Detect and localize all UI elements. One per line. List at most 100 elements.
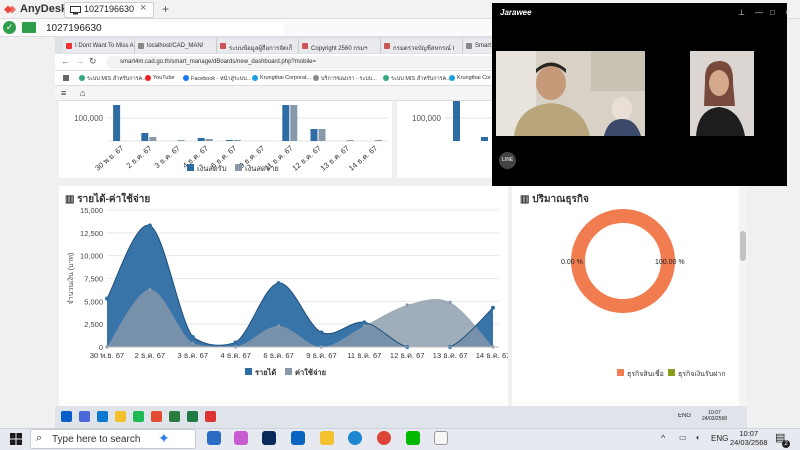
search-icon: ⌕ [36, 432, 43, 444]
tray-expand-icon[interactable]: ^ [661, 433, 665, 443]
photoshop-icon[interactable] [262, 431, 276, 445]
address-input[interactable]: 1027196630 [44, 22, 284, 36]
close-tab-icon[interactable]: × [140, 2, 146, 14]
browser-tab[interactable]: Smart [463, 39, 493, 53]
hamburger-menu-icon[interactable]: ≡ [61, 88, 66, 98]
data-point-expense [276, 324, 281, 328]
remote-line-icon[interactable] [133, 411, 144, 422]
remote-chrome-icon[interactable] [151, 411, 162, 422]
bar-cash-in [141, 133, 149, 141]
x-tick-label: 12 ธ.ค. 67 [390, 351, 425, 360]
bar-cash-in [225, 140, 233, 141]
scrollbar-thumb[interactable] [740, 231, 746, 261]
close-icon[interactable]: × [785, 8, 790, 17]
file-explorer-icon[interactable] [320, 431, 334, 445]
remote-lang-indicator[interactable]: ENG [678, 413, 691, 419]
browser-tab[interactable]: localhost/CAD_MAN/ [135, 39, 217, 53]
add-tab-icon[interactable]: + [162, 2, 169, 16]
windows-start-icon[interactable] [10, 433, 22, 445]
y-tick-label: 100,000 [74, 114, 103, 123]
tab-label: localhost/CAD_MAN/ [147, 43, 204, 49]
remote-start-icon[interactable] [61, 411, 72, 422]
bookmark-item[interactable]: ระบบ MIS สำหรับการค... [79, 75, 147, 83]
legend-label: ธุรกิจสินเชื่อ [627, 369, 664, 378]
forward-icon[interactable]: → [75, 56, 84, 66]
bar-deposit [453, 101, 460, 141]
x-tick-label: 11 ธ.ค. 67 [347, 351, 381, 360]
video-participant-2[interactable] [690, 51, 754, 136]
x-tick-label: 2 ธ.ค. 67 [124, 144, 153, 170]
chrome-icon[interactable] [377, 431, 391, 445]
data-point-expense [448, 300, 452, 304]
copilot-sparkle-icon[interactable]: ✦ [158, 430, 170, 447]
bookmark-label: YouTube [153, 75, 175, 81]
line-app-icon[interactable]: LINE [499, 152, 516, 169]
apps-grid-icon[interactable] [63, 75, 69, 81]
bookmark-item[interactable]: Krungthai Corporat... [252, 75, 311, 81]
browser-tab[interactable]: กรมตรวจบัญชีสหกรณ์ I [381, 39, 463, 53]
url-input[interactable]: smart4m.cad.go.th/smart_manage/dBoards/n… [106, 56, 496, 69]
data-point-income [147, 223, 152, 228]
remote-clock[interactable]: 10:07 24/03/2568 [702, 410, 727, 422]
task-view-icon[interactable] [207, 431, 221, 445]
minimize-icon[interactable]: — [755, 8, 763, 17]
remote-app-icon[interactable] [79, 411, 90, 422]
browser-tab[interactable]: I Dont Want To Miss A [63, 39, 135, 53]
back-icon[interactable]: ← [61, 56, 70, 66]
bookmark-item[interactable]: Krungthai Cor [449, 75, 491, 81]
bar-cash-in [113, 105, 121, 141]
bookmark-item[interactable]: บริการของเรา - ระบบ... [313, 75, 377, 83]
reload-icon[interactable]: ↻ [89, 56, 97, 67]
edge-icon[interactable] [348, 431, 362, 445]
remote-folder-icon[interactable] [115, 411, 126, 422]
x-tick-label: 13 ธ.ค. 67 [319, 144, 351, 173]
language-indicator[interactable]: ENG [711, 434, 728, 443]
browser-tab[interactable]: Copyright 2560 กรมฯ [299, 39, 381, 53]
bookmark-favicon-icon [183, 75, 189, 81]
home-icon[interactable]: ⌂ [80, 88, 85, 98]
remote-app-icon[interactable] [97, 411, 108, 422]
bookmark-label: Krungthai Cor [457, 75, 491, 81]
data-point-income [319, 330, 324, 335]
bookmark-label: Krungthai Corporat... [260, 75, 312, 81]
bar-cash-out [205, 139, 213, 141]
tab-label: ระบบข้อมูลผู้ถือการจัดเก็ [229, 46, 293, 52]
pin-icon[interactable]: ⊥ [738, 8, 745, 17]
x-tick-label: 3 ธ.ค. 67 [153, 144, 182, 170]
outlook-icon[interactable] [291, 431, 305, 445]
tab-favicon-icon [138, 43, 144, 49]
maximize-icon[interactable]: □ [770, 8, 775, 17]
tab-favicon-icon [220, 43, 226, 49]
search-input[interactable]: Type here to search [52, 434, 140, 445]
x-tick-label: 9 ธ.ค. 67 [306, 351, 336, 360]
legend-swatch [235, 164, 242, 171]
bookmark-favicon-icon [79, 75, 85, 81]
video-participant-1[interactable] [496, 51, 645, 136]
bookmark-item[interactable]: Facebook - หน้าสู่ระบบ... [183, 75, 251, 83]
y-tick-label: 15,000 [80, 206, 103, 215]
cash-flow-panel: 100,000 30 พ.ย. 67 2 ธ.ค. 67 3 ธ.ค. 67 4 ธ.ค… [59, 101, 392, 178]
system-clock[interactable]: 10:07 24/03/2568 [730, 429, 768, 447]
legend-swatch [187, 164, 194, 171]
legend-label: เงินสดรับ [197, 164, 227, 173]
network-icon[interactable]: ▭ [679, 433, 687, 442]
tab-label: Copyright 2560 กรมฯ [311, 46, 368, 52]
bookmark-item[interactable]: ระบบ MIS สำหรับการค... [383, 75, 451, 83]
notepad-icon[interactable] [434, 431, 448, 445]
remote-app-icon[interactable] [169, 411, 180, 422]
x-tick-label: 30 พ.ย. 67 [93, 144, 125, 173]
volume-icon[interactable]: ◖ [695, 433, 700, 442]
app-icon[interactable] [234, 431, 248, 445]
browser-tab[interactable]: ระบบข้อมูลผู้ถือการจัดเก็ [217, 39, 299, 53]
remote-excel-icon[interactable] [187, 411, 198, 422]
bookmark-item[interactable]: YouTube [145, 75, 175, 81]
line-icon[interactable] [406, 431, 420, 445]
bar-cash-out [346, 140, 354, 141]
data-point-expense [405, 303, 409, 307]
data-point-income [233, 340, 238, 345]
remote-screen-icon[interactable] [22, 22, 36, 33]
y-tick-label: 10,000 [80, 252, 103, 261]
remote-app-icon[interactable] [205, 411, 216, 422]
x-tick-label: 3 ธ.ค. 67 [178, 351, 208, 360]
x-tick-label: 13 ธ.ค. 67 [433, 351, 468, 360]
